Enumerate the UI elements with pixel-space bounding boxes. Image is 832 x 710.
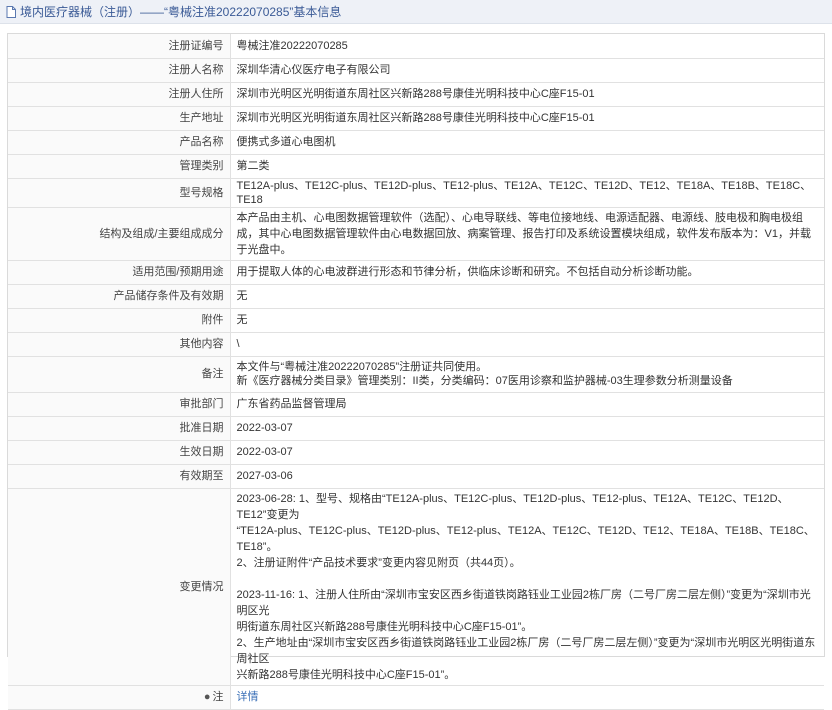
field-label: 注册人住所 <box>8 81 231 107</box>
table-row: 审批部门 广东省药品监督管理局 <box>8 391 824 417</box>
table-row: 注册证编号 粤械注准20222070285 <box>8 34 824 59</box>
note-label: 注 <box>212 691 224 703</box>
table-row: 其他内容 \ <box>8 331 824 357</box>
field-value: 详情 <box>229 684 824 710</box>
table-row: 生产地址 深圳市光明区光明街道东周社区兴新路288号康佳光明科技中心C座F15-… <box>8 105 824 131</box>
remarks-line: 新《医疗器械分类目录》管理类别：II类，分类编码：07医用诊察和监护器械-03生… <box>236 375 733 387</box>
field-label: 生效日期 <box>8 439 231 465</box>
field-label: 有效期至 <box>8 463 231 489</box>
field-value: 深圳市光明区光明街道东周社区兴新路288号康佳光明科技中心C座F15-01 <box>229 81 824 107</box>
field-label: 注册人名称 <box>8 57 231 83</box>
field-label: 注册证编号 <box>8 34 231 59</box>
field-value: 2022-03-07 <box>229 439 824 465</box>
change-line: 2、注册证附件“产品技术要求”变更内容见附页（共44页）。 <box>236 556 521 569</box>
field-label: 结构及组成/主要组成成分 <box>8 206 231 261</box>
map-pin-icon: ● <box>203 691 211 703</box>
field-label: 产品名称 <box>8 129 231 155</box>
table-row: 备注 本文件与“粤械注准20222070285”注册证共同使用。 新《医疗器械分… <box>8 355 824 393</box>
change-history: 2023-06-28: 1、型号、规格由“TE12A-plus、TE12C-pl… <box>237 489 819 685</box>
field-label: 产品储存条件及有效期 <box>8 283 231 309</box>
table-row: 管理类别 第二类 <box>8 153 824 179</box>
table-row: 型号规格 TE12A-plus、TE12C-plus、TE12D-plus、TE… <box>8 177 824 208</box>
field-label: 其他内容 <box>8 331 231 357</box>
field-label: 审批部门 <box>8 391 231 417</box>
field-value: 便携式多道心电图机 <box>229 129 824 155</box>
page-title: 境内医疗器械（注册）——“粤械注准20222070285”基本信息 <box>20 5 342 19</box>
field-label: 适用范围/预期用途 <box>8 259 231 285</box>
field-label: ● 注 <box>8 684 231 710</box>
field-value: 2023-06-28: 1、型号、规格由“TE12A-plus、TE12C-pl… <box>229 487 824 686</box>
field-label: 附件 <box>8 307 231 333</box>
table-row: 产品储存条件及有效期 无 <box>8 283 824 309</box>
table-row: 批准日期 2022-03-07 <box>8 415 824 441</box>
change-line: “TE12A-plus、TE12C-plus、TE12D-plus、TE12-p… <box>236 524 815 553</box>
table-row: 变更情况 2023-06-28: 1、型号、规格由“TE12A-plus、TE1… <box>8 487 824 686</box>
table-row: 附件 无 <box>8 307 824 333</box>
field-label: 批准日期 <box>8 415 231 441</box>
field-value: 用于提取人体的心电波群进行形态和节律分析，供临床诊断和研究。不包括自动分析诊断功… <box>229 259 824 285</box>
table-row: ● 注 详情 <box>8 684 824 710</box>
field-value: 无 <box>229 283 824 309</box>
table-row: 适用范围/预期用途 用于提取人体的心电波群进行形态和节律分析，供临床诊断和研究。… <box>8 259 824 285</box>
field-label: 变更情况 <box>8 487 231 686</box>
info-panel: 注册证编号 粤械注准20222070285 注册人名称 深圳华清心仪医疗电子有限… <box>7 33 825 710</box>
field-value: 2027-03-06 <box>229 463 824 489</box>
details-link[interactable]: 详情 <box>237 691 259 703</box>
field-value: \ <box>229 331 824 357</box>
field-value: 无 <box>229 307 824 333</box>
field-value: 本文件与“粤械注准20222070285”注册证共同使用。 新《医疗器械分类目录… <box>229 355 824 393</box>
structure-text: 本产品由主机、心电图数据管理软件（选配）、心电导联线、等电位接地线、电源适配器、… <box>236 211 811 256</box>
field-value: 深圳华清心仪医疗电子有限公司 <box>229 57 824 83</box>
info-table: 注册证编号 粤械注准20222070285 注册人名称 深圳华清心仪医疗电子有限… <box>8 34 824 710</box>
table-row: 生效日期 2022-03-07 <box>8 439 824 465</box>
field-value: 广东省药品监督管理局 <box>229 391 824 417</box>
field-value: TE12A-plus、TE12C-plus、TE12D-plus、TE12-pl… <box>229 177 824 208</box>
field-label: 备注 <box>8 355 231 393</box>
table-row: 结构及组成/主要组成成分 本产品由主机、心电图数据管理软件（选配）、心电导联线、… <box>8 206 824 261</box>
document-icon <box>6 5 16 18</box>
change-line: 2023-06-28: 1、型号、规格由“TE12A-plus、TE12C-pl… <box>236 492 789 521</box>
change-line: 明街道东周社区兴新路288号康佳光明科技中心C座F15-01”。 <box>236 620 533 633</box>
field-label: 管理类别 <box>8 153 231 179</box>
change-line: 2023-11-16: 1、注册人住所由“深圳市宝安区西乡街道铁岗路钰业工业园2… <box>236 588 811 617</box>
field-value: 第二类 <box>229 153 824 179</box>
page-title-bar: 境内医疗器械（注册）——“粤械注准20222070285”基本信息 <box>0 0 832 24</box>
field-label: 型号规格 <box>8 177 231 208</box>
field-label: 生产地址 <box>8 105 231 131</box>
change-line: 兴新路288号康佳光明科技中心C座F15-01”。 <box>236 668 456 681</box>
remarks-line: 本文件与“粤械注准20222070285”注册证共同使用。 <box>236 361 488 373</box>
field-value: 深圳市光明区光明街道东周社区兴新路288号康佳光明科技中心C座F15-01 <box>229 105 824 131</box>
table-row: 注册人名称 深圳华清心仪医疗电子有限公司 <box>8 57 824 83</box>
table-row: 有效期至 2027-03-06 <box>8 463 824 489</box>
field-value: 本产品由主机、心电图数据管理软件（选配）、心电导联线、等电位接地线、电源适配器、… <box>229 206 824 261</box>
table-row: 注册人住所 深圳市光明区光明街道东周社区兴新路288号康佳光明科技中心C座F15… <box>8 81 824 107</box>
table-row: 产品名称 便携式多道心电图机 <box>8 129 824 155</box>
field-value: 粤械注准20222070285 <box>229 34 824 59</box>
change-line: 2、生产地址由“深圳市宝安区西乡街道铁岗路钰业工业园2栋厂房（二号厂房二层左侧）… <box>236 636 816 665</box>
field-value: 2022-03-07 <box>229 415 824 441</box>
